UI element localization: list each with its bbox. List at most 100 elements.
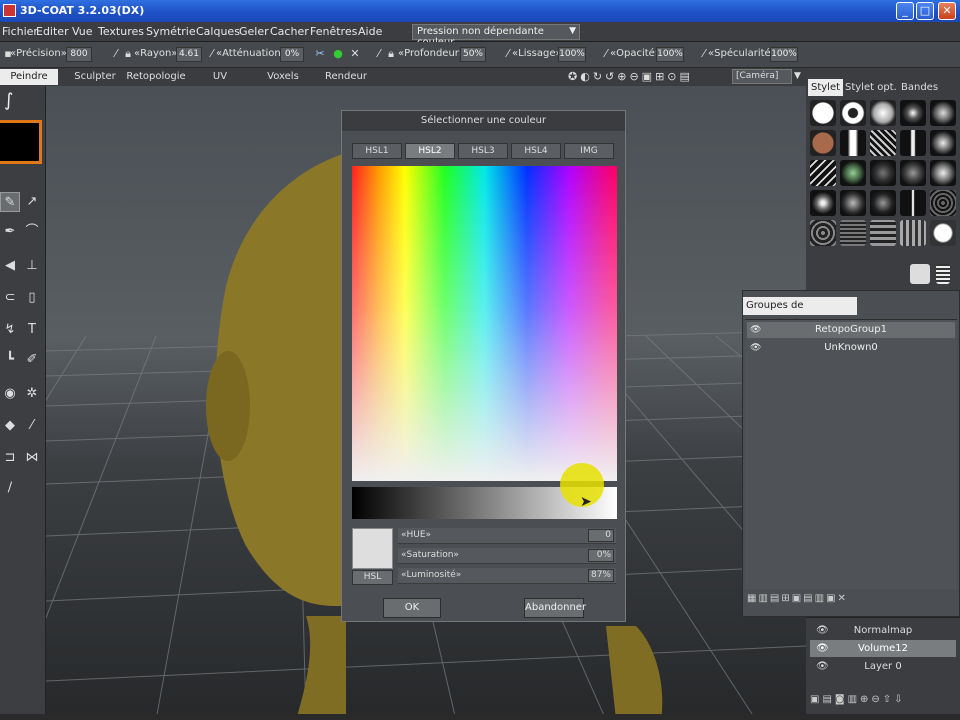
brush-alpha-tile[interactable] (840, 190, 866, 216)
brush-alpha-tile[interactable] (900, 160, 926, 186)
hsl-mode-button[interactable]: HSL (352, 570, 393, 585)
tab-stylet-opt[interactable]: Stylet opt. (842, 79, 900, 96)
brush-alpha-tile[interactable] (870, 220, 896, 246)
tab-peindre[interactable]: Peindre (0, 69, 58, 85)
brush-scroll-icon[interactable] (936, 264, 950, 284)
layer-row[interactable]: 👁︎ Normalmap (810, 622, 956, 639)
tab-stylet[interactable]: Stylet (808, 79, 844, 96)
eye-icon[interactable]: 👁︎ (816, 658, 829, 675)
list-item[interactable]: 👁︎ UnKnown0 (747, 340, 955, 356)
brush-stroke-icon[interactable]: ∫ (4, 90, 13, 111)
tab-sculpter[interactable]: Sculpter (70, 69, 120, 85)
brush-alpha-tile[interactable] (840, 100, 866, 126)
tab-uv[interactable]: UV (205, 69, 235, 85)
green-sphere-icon[interactable]: ● (332, 48, 344, 60)
select-tool-icon[interactable]: ⊂ (0, 288, 20, 308)
brush-alpha-tile[interactable] (930, 100, 956, 126)
opacity-field[interactable]: 100% (656, 47, 684, 62)
luminosity-field[interactable]: «Luminosité» 87% (398, 568, 616, 584)
curve-tool-icon[interactable]: ⊐ (0, 448, 20, 468)
menu-fenetres[interactable]: Fenêtres (310, 25, 357, 38)
menu-aide[interactable]: Aide (358, 25, 382, 38)
text-tool-icon[interactable]: T (22, 320, 42, 340)
add-brush-icon[interactable] (910, 264, 930, 284)
brush-alpha-tile[interactable] (870, 160, 896, 186)
luminosity-value[interactable]: 87% (588, 569, 614, 582)
color-spectrum[interactable] (352, 166, 617, 481)
tab-voxels[interactable]: Voxels (260, 69, 306, 85)
tab-hsl2[interactable]: HSL2 (405, 143, 455, 159)
brush-alpha-tile[interactable] (810, 160, 836, 186)
stroke-tool-icon[interactable]: ∕ (0, 478, 20, 498)
smoothing-field[interactable]: 100% (558, 47, 586, 62)
brush-alpha-tile[interactable] (900, 220, 926, 246)
cancel-button[interactable]: Abandonner (524, 598, 586, 618)
brush-alpha-tile[interactable] (930, 220, 956, 246)
lock-icon[interactable]: 🔒︎ (385, 48, 397, 60)
gear-tool-icon[interactable]: ✲ (22, 384, 42, 404)
line-tool-icon[interactable]: ┗ (0, 350, 20, 370)
eye-icon[interactable]: 👁︎ (750, 322, 761, 338)
brush-alpha-tile[interactable] (870, 100, 896, 126)
retopo-actions-toolbar[interactable]: ▦▥▤⊞▣▤▥▣✕ (745, 593, 957, 611)
layer-actions-toolbar[interactable]: ▣▤◙▥⊕⊖⇧⇩ (810, 694, 906, 705)
fill-tool-icon[interactable]: ◀ (0, 256, 20, 276)
brush-alpha-tile[interactable] (870, 190, 896, 216)
maximize-button[interactable]: □ (916, 2, 934, 20)
brush-alpha-tile[interactable] (810, 220, 836, 246)
menu-textures[interactable]: Textures (98, 25, 144, 38)
scissors-icon[interactable]: ✂ (314, 48, 326, 60)
close-button[interactable]: ✕ (938, 2, 956, 20)
brush-alpha-tile[interactable] (900, 130, 926, 156)
stamp-tool-icon[interactable]: ⊥ (22, 256, 42, 276)
eye-icon[interactable]: 👁︎ (816, 640, 829, 657)
menu-vue[interactable]: Vue (72, 25, 93, 38)
brush-alpha-tile[interactable] (840, 130, 866, 156)
tab-retopologie[interactable]: Retopologie (124, 69, 188, 85)
brush-alpha-tile[interactable] (900, 100, 926, 126)
chevron-down-icon[interactable]: ▼ (794, 71, 801, 81)
tab-bandes[interactable]: Bandes (898, 79, 941, 96)
tab-rendeur[interactable]: Rendeur (318, 69, 374, 85)
ok-button[interactable]: OK (383, 598, 441, 618)
hue-field[interactable]: «HUE» 0 (398, 528, 616, 544)
tab-hsl1[interactable]: HSL1 (352, 143, 402, 159)
menu-geler[interactable]: Geler (239, 25, 269, 38)
picker-tool-icon[interactable]: ⁄ (22, 416, 42, 436)
brush-alpha-tile[interactable] (930, 160, 956, 186)
menu-cacher[interactable]: Cacher (270, 25, 309, 38)
hue-value[interactable]: 0 (588, 529, 614, 542)
view-navigation-icons[interactable]: ✪◐↻↺⊕⊖▣⊞⊙▤ (568, 70, 693, 83)
layer-row[interactable]: 👁︎ Layer 0 (810, 658, 956, 675)
brush-tool-icon[interactable]: ✎ (0, 192, 20, 212)
attenuation-field[interactable]: 0% (280, 47, 304, 62)
pen-tool-icon[interactable]: ✒ (0, 222, 20, 242)
menu-editer[interactable]: Editer (36, 25, 69, 38)
brush-alpha-tile[interactable] (930, 130, 956, 156)
tab-img[interactable]: IMG (564, 143, 614, 159)
saturation-field[interactable]: «Saturation» 0% (398, 548, 616, 564)
copy-tool-icon[interactable]: ▯ (22, 288, 42, 308)
airbrush-tool-icon[interactable]: ↗ (22, 192, 42, 212)
smudge-tool-icon[interactable]: ⌒ (22, 222, 42, 242)
layer-row[interactable]: 👁︎ Volume12 (810, 640, 956, 657)
list-item[interactable]: 👁︎ RetopoGroup1 (747, 322, 955, 338)
pen-pressure-icon[interactable]: ⁄ (373, 48, 385, 60)
menu-symetrie[interactable]: Symétrie (146, 25, 196, 38)
camera-dropdown[interactable]: [Caméra] (732, 69, 792, 84)
current-color-swatch[interactable] (0, 120, 42, 164)
precision-field[interactable]: 800 (66, 47, 92, 62)
specularity-field[interactable]: 100% (770, 47, 798, 62)
eye-tool-icon[interactable]: ◉ (0, 384, 20, 404)
symmetry-tool-icon[interactable]: ⋈ (22, 448, 42, 468)
brush-alpha-tile[interactable] (810, 100, 836, 126)
pick-tool-icon[interactable]: ↯ (0, 320, 20, 340)
cross-icon[interactable]: ✕ (349, 48, 361, 60)
brush-alpha-tile[interactable] (840, 220, 866, 246)
tab-hsl4[interactable]: HSL4 (511, 143, 561, 159)
menu-fichier[interactable]: Fichier (2, 25, 38, 38)
brush-alpha-tile[interactable] (840, 160, 866, 186)
brush-alpha-tile[interactable] (810, 190, 836, 216)
eye-icon[interactable]: 👁︎ (816, 622, 829, 639)
saturation-value[interactable]: 0% (588, 549, 614, 562)
